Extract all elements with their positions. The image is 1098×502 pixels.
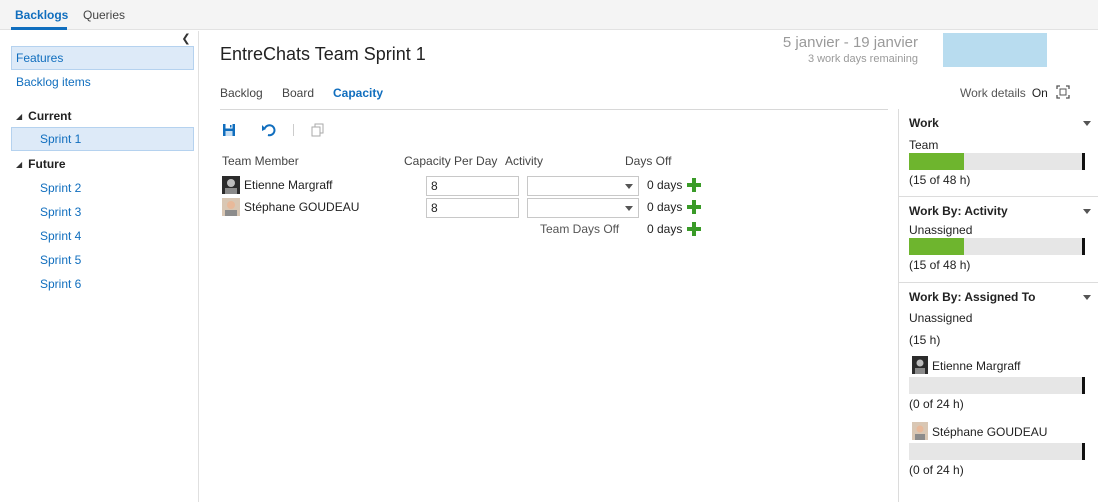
sidebar-item-sprint-5[interactable]: Sprint 5 [11,248,194,272]
work-details-state: On [1031,86,1048,100]
column-header-days-off: Days Off [625,154,672,168]
capacity-bar-marker [1082,443,1085,460]
left-pane: ❮ Features Backlog items ◢ Current Sprint… [0,31,199,502]
add-days-off-icon[interactable] [687,178,701,192]
group-label: Current [28,109,72,123]
collapse-pane-icon[interactable]: ❮ [179,33,193,45]
group-label: Future [28,157,66,171]
undo-icon[interactable] [261,122,277,138]
member-name: Stéphane GOUDEAU [244,200,360,214]
days-remaining: 3 work days remaining [807,53,918,65]
activity-section: Work By: Activity Unassigned (15 of 48 h… [899,197,1098,283]
bar-value: (0 of 24 h) [909,463,964,477]
section-title: Work [909,116,939,130]
divider [220,109,888,110]
capacity-bar [909,153,1085,170]
column-header-capacity: Capacity Per Day [404,154,498,168]
person-name: Etienne Margraff [932,359,1021,373]
chevron-down-icon[interactable] [1083,209,1091,214]
sidebar-item-sprint-2[interactable]: Sprint 2 [11,176,194,200]
sidebar-item-features[interactable]: Features [11,46,194,70]
dropdown-arrow-icon [625,184,633,189]
avatar [912,356,928,374]
capacity-bar [909,238,1085,255]
capacity-input[interactable]: 8 [426,176,519,196]
tab-capacity[interactable]: Capacity [333,86,383,100]
unassigned-label: Unassigned [909,311,973,325]
work-details-pane: Work Team (15 of 48 h) Work By: Activity… [898,109,1098,502]
dropdown-arrow-icon [625,206,633,211]
activity-select[interactable] [527,176,639,196]
sidebar-group-current[interactable]: ◢ Current [16,109,72,123]
hub-bar: Backlogs Queries [0,0,1098,30]
assigned-section: Work By: Assigned To Unassigned (15 h) E… [899,283,1098,502]
hub-tab-queries[interactable]: Queries [83,8,125,22]
capacity-bar-marker [1082,153,1085,170]
column-header-team-member: Team Member [222,154,299,168]
hub-tab-backlogs[interactable]: Backlogs [15,8,68,22]
capacity-input[interactable]: 8 [426,198,519,218]
toolbar-divider [293,124,294,136]
sidebar-item-sprint-6[interactable]: Sprint 6 [11,272,194,296]
column-header-activity: Activity [505,154,544,168]
date-range: 5 janvier - 19 janvier [782,34,918,51]
sidebar-item-sprint-4[interactable]: Sprint 4 [11,224,194,248]
sidebar-item-sprint-1[interactable]: Sprint 1 [11,127,194,151]
capacity-bar-marker [1082,377,1085,394]
bar-value: (15 of 48 h) [909,173,971,187]
work-details-toggle[interactable]: Work details On [960,86,1048,100]
tab-board[interactable]: Board [282,86,314,100]
sidebar-group-future[interactable]: ◢ Future [16,157,66,171]
tab-backlog[interactable]: Backlog [220,86,263,100]
work-section: Work Team (15 of 48 h) [899,109,1098,197]
add-team-days-off-icon[interactable] [687,222,701,236]
activity-select[interactable] [527,198,639,218]
section-title: Work By: Assigned To [909,290,1036,304]
active-tab-underline [11,27,67,30]
avatar [222,198,240,216]
unassigned-value: (15 h) [909,333,941,347]
save-icon[interactable] [221,122,237,138]
sidebar-item-sprint-3[interactable]: Sprint 3 [11,200,194,224]
avatar [912,422,928,440]
expand-triangle-icon: ◢ [16,112,23,121]
capacity-bar-fill [909,153,964,170]
capacity-bar-fill [909,238,964,255]
team-days-off-value[interactable]: 0 days [647,222,682,236]
bar-value: (0 of 24 h) [909,397,964,411]
bar-value: (15 of 48 h) [909,258,971,272]
sprint-dates: 5 janvier - 19 janvier 3 work days remai… [783,34,918,65]
section-title: Work By: Activity [909,204,1008,218]
add-days-off-icon[interactable] [687,200,701,214]
bar-label: Unassigned [909,223,973,237]
team-days-off-label: Team Days Off [540,222,620,236]
chevron-down-icon[interactable] [1083,121,1091,126]
expand-triangle-icon: ◢ [16,160,23,169]
days-off-value[interactable]: 0 days [647,200,682,214]
page-title: EntreChats Team Sprint 1 [220,44,426,64]
capacity-bar [909,443,1085,460]
person-name: Stéphane GOUDEAU [932,425,1048,439]
avatar [222,176,240,194]
capacity-bar-marker [1082,238,1085,255]
chevron-down-icon[interactable] [1083,295,1091,300]
bar-label: Team [909,138,939,152]
member-name: Etienne Margraff [244,178,333,192]
burndown-chart-thumbnail[interactable] [943,33,1047,67]
capacity-bar [909,377,1085,394]
work-details-label: Work details [960,86,1026,100]
sidebar-item-backlog-items[interactable]: Backlog items [11,70,194,94]
fullscreen-icon[interactable] [1056,85,1070,99]
days-off-value[interactable]: 0 days [647,178,682,192]
copy-icon[interactable] [310,122,326,138]
